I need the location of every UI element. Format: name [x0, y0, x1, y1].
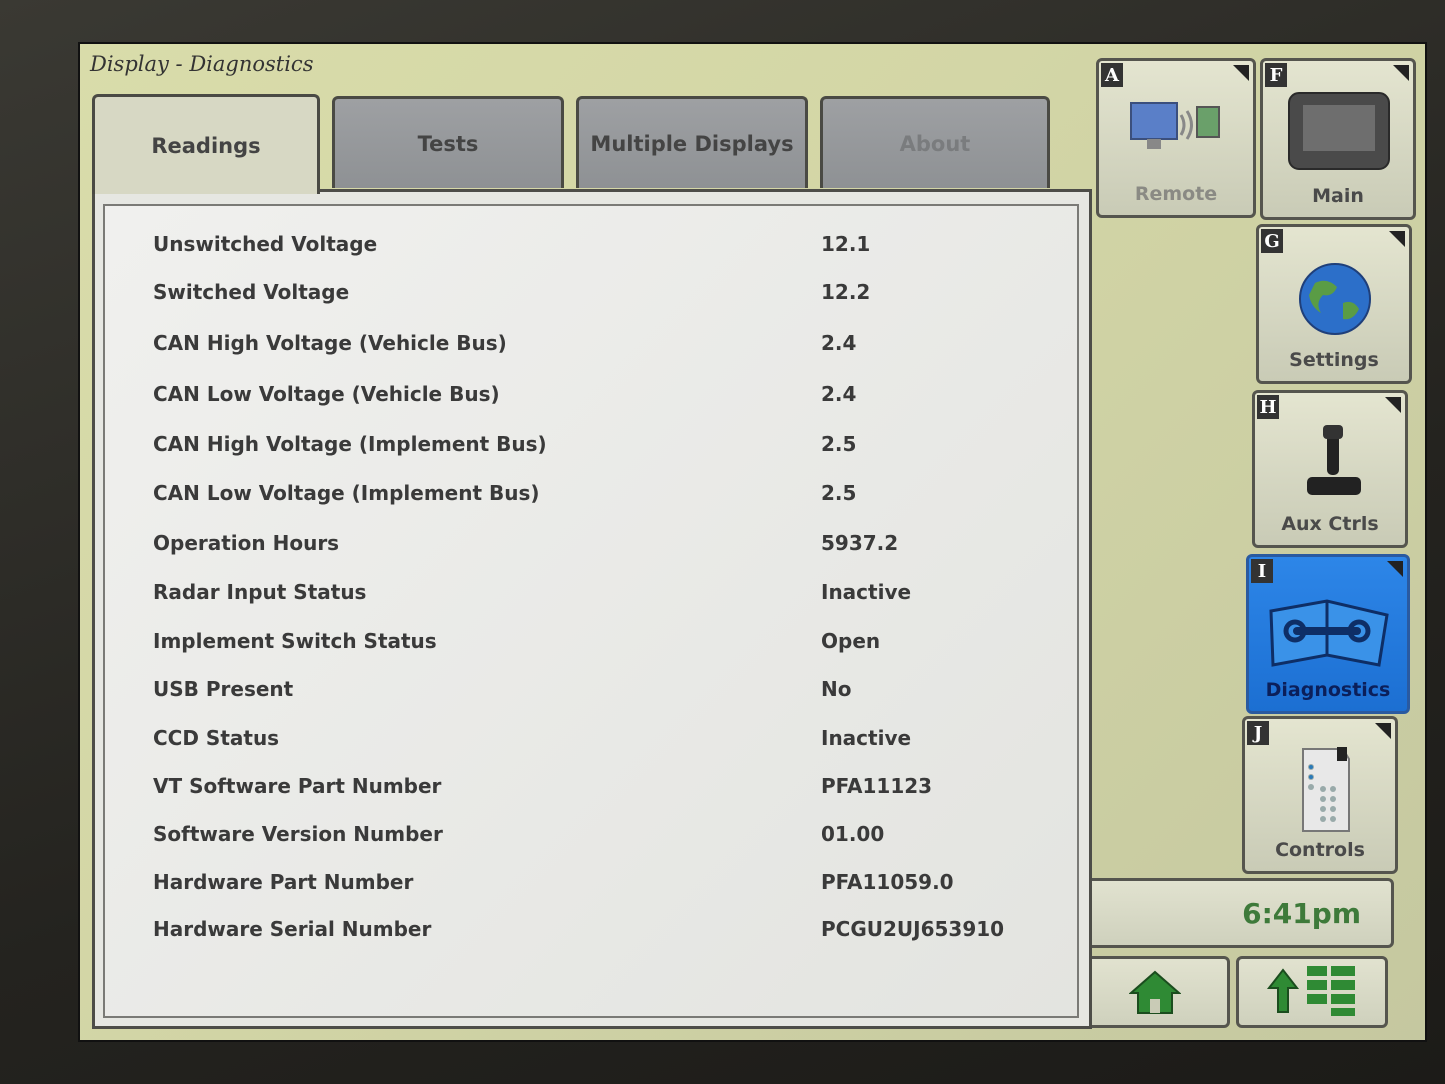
- reading-row: USB Present No: [105, 677, 1077, 709]
- wrench-book-icon: [1269, 599, 1389, 667]
- reading-row: Unswitched Voltage 12.1: [105, 232, 1077, 264]
- menu-corner-icon: [1385, 397, 1401, 413]
- clock-time: 6:41pm: [1242, 897, 1361, 930]
- reading-label: VT Software Part Number: [153, 774, 442, 798]
- sidebar-button-remote[interactable]: A Remote: [1096, 58, 1256, 218]
- reading-row: Software Version Number 01.00: [105, 822, 1077, 854]
- sidebar-button-label: Main: [1312, 185, 1364, 207]
- reading-value: No: [821, 677, 852, 701]
- tab-about[interactable]: About: [820, 96, 1050, 188]
- tab-multiple-displays[interactable]: Multiple Displays: [576, 96, 808, 188]
- reading-value: 2.5: [821, 481, 857, 505]
- tab-readings[interactable]: Readings: [92, 94, 320, 194]
- reading-value: Open: [821, 629, 881, 653]
- reading-value: 5937.2: [821, 531, 899, 555]
- reading-value: PFA11123: [821, 774, 933, 798]
- sidebar-button-controls[interactable]: J Controls: [1242, 716, 1398, 874]
- reading-row: Radar Input Status Inactive: [105, 580, 1077, 612]
- display-icon: [1288, 92, 1390, 170]
- reading-value: Inactive: [821, 580, 912, 604]
- reading-row: Switched Voltage 12.2: [105, 280, 1077, 312]
- reading-value: PFA11059.0: [821, 870, 954, 894]
- home-icon: [1129, 970, 1181, 1014]
- reading-label: Hardware Part Number: [153, 870, 414, 894]
- menu-corner-icon: [1375, 723, 1391, 739]
- key-label: A: [1101, 63, 1123, 87]
- reading-row: Hardware Part Number PFA11059.0: [105, 870, 1077, 902]
- sidebar-button-main[interactable]: F Main: [1260, 58, 1416, 220]
- layout-button[interactable]: [1236, 956, 1388, 1028]
- key-label: J: [1247, 721, 1269, 745]
- globe-icon: [1299, 263, 1371, 335]
- screen: Display - Diagnostics Readings Tests Mul…: [78, 42, 1427, 1042]
- reading-value: 2.5: [821, 432, 857, 456]
- tab-about-label: About: [899, 131, 971, 156]
- reading-row: CAN High Voltage (Vehicle Bus) 2.4: [105, 331, 1077, 363]
- reading-value: 12.1: [821, 232, 871, 256]
- home-button[interactable]: [1080, 956, 1230, 1028]
- sidebar-button-label: Settings: [1289, 349, 1379, 371]
- reading-label: Hardware Serial Number: [153, 917, 432, 941]
- tab-tests-label: Tests: [417, 131, 479, 156]
- sidebar-button-label: Diagnostics: [1265, 679, 1391, 701]
- tab-multiple-displays-label: Multiple Displays: [590, 131, 794, 156]
- readings-panel: Unswitched Voltage 12.1 Switched Voltage 1…: [92, 189, 1092, 1029]
- reading-label: Unswitched Voltage: [153, 232, 378, 256]
- reading-label: CAN High Voltage (Vehicle Bus): [153, 331, 507, 355]
- reading-row: CAN Low Voltage (Vehicle Bus) 2.4: [105, 382, 1077, 414]
- reading-label: Software Version Number: [153, 822, 443, 846]
- reading-row: Operation Hours 5937.2: [105, 531, 1077, 563]
- window-title: Display - Diagnostics: [90, 52, 314, 76]
- tab-readings-label: Readings: [151, 133, 261, 158]
- reading-row: CCD Status Inactive: [105, 726, 1077, 758]
- reading-value: 01.00: [821, 822, 885, 846]
- menu-corner-icon: [1389, 231, 1405, 247]
- reading-row: CAN Low Voltage (Implement Bus) 2.5: [105, 481, 1077, 513]
- keypad-icon: [1302, 747, 1350, 832]
- menu-corner-icon: [1387, 561, 1403, 577]
- reading-label: Operation Hours: [153, 531, 340, 555]
- reading-label: Switched Voltage: [153, 280, 350, 304]
- tab-tests[interactable]: Tests: [332, 96, 564, 188]
- menu-corner-icon: [1393, 65, 1409, 81]
- key-label: I: [1251, 559, 1273, 583]
- key-label: F: [1265, 63, 1287, 87]
- reading-row: VT Software Part Number PFA11123: [105, 774, 1077, 806]
- remote-icon: [1130, 102, 1220, 149]
- sidebar-button-aux-ctrls[interactable]: H Aux Ctrls: [1252, 390, 1408, 548]
- sidebar-button-settings[interactable]: G Settings: [1256, 224, 1412, 384]
- clock: 6:41pm: [1082, 878, 1394, 948]
- reading-value: 2.4: [821, 382, 857, 406]
- reading-label: CAN High Voltage (Implement Bus): [153, 432, 547, 456]
- reading-value: Inactive: [821, 726, 912, 750]
- up-arrow-layout-icon: [1266, 966, 1355, 1016]
- readings-list: Unswitched Voltage 12.1 Switched Voltage 1…: [103, 204, 1079, 1018]
- reading-row: Hardware Serial Number PCGU2UJ653910: [105, 917, 1077, 949]
- reading-label: CCD Status: [153, 726, 280, 750]
- sidebar-button-label: Remote: [1134, 183, 1218, 205]
- sidebar-button-label: Aux Ctrls: [1281, 513, 1379, 535]
- sidebar-button-diagnostics[interactable]: I Diagnostics: [1246, 554, 1410, 714]
- reading-value: 2.4: [821, 331, 857, 355]
- reading-label: CAN Low Voltage (Implement Bus): [153, 481, 540, 505]
- menu-corner-icon: [1233, 65, 1249, 81]
- joystick-icon: [1307, 425, 1361, 495]
- key-label: H: [1257, 395, 1279, 419]
- reading-row: CAN High Voltage (Implement Bus) 2.5: [105, 432, 1077, 464]
- reading-row: Implement Switch Status Open: [105, 629, 1077, 661]
- reading-label: Implement Switch Status: [153, 629, 437, 653]
- reading-label: CAN Low Voltage (Vehicle Bus): [153, 382, 500, 406]
- sidebar-button-label: Controls: [1275, 839, 1365, 861]
- key-label: G: [1261, 229, 1283, 253]
- reading-value: PCGU2UJ653910: [821, 917, 1005, 941]
- reading-label: USB Present: [153, 677, 294, 701]
- reading-value: 12.2: [821, 280, 871, 304]
- reading-label: Radar Input Status: [153, 580, 367, 604]
